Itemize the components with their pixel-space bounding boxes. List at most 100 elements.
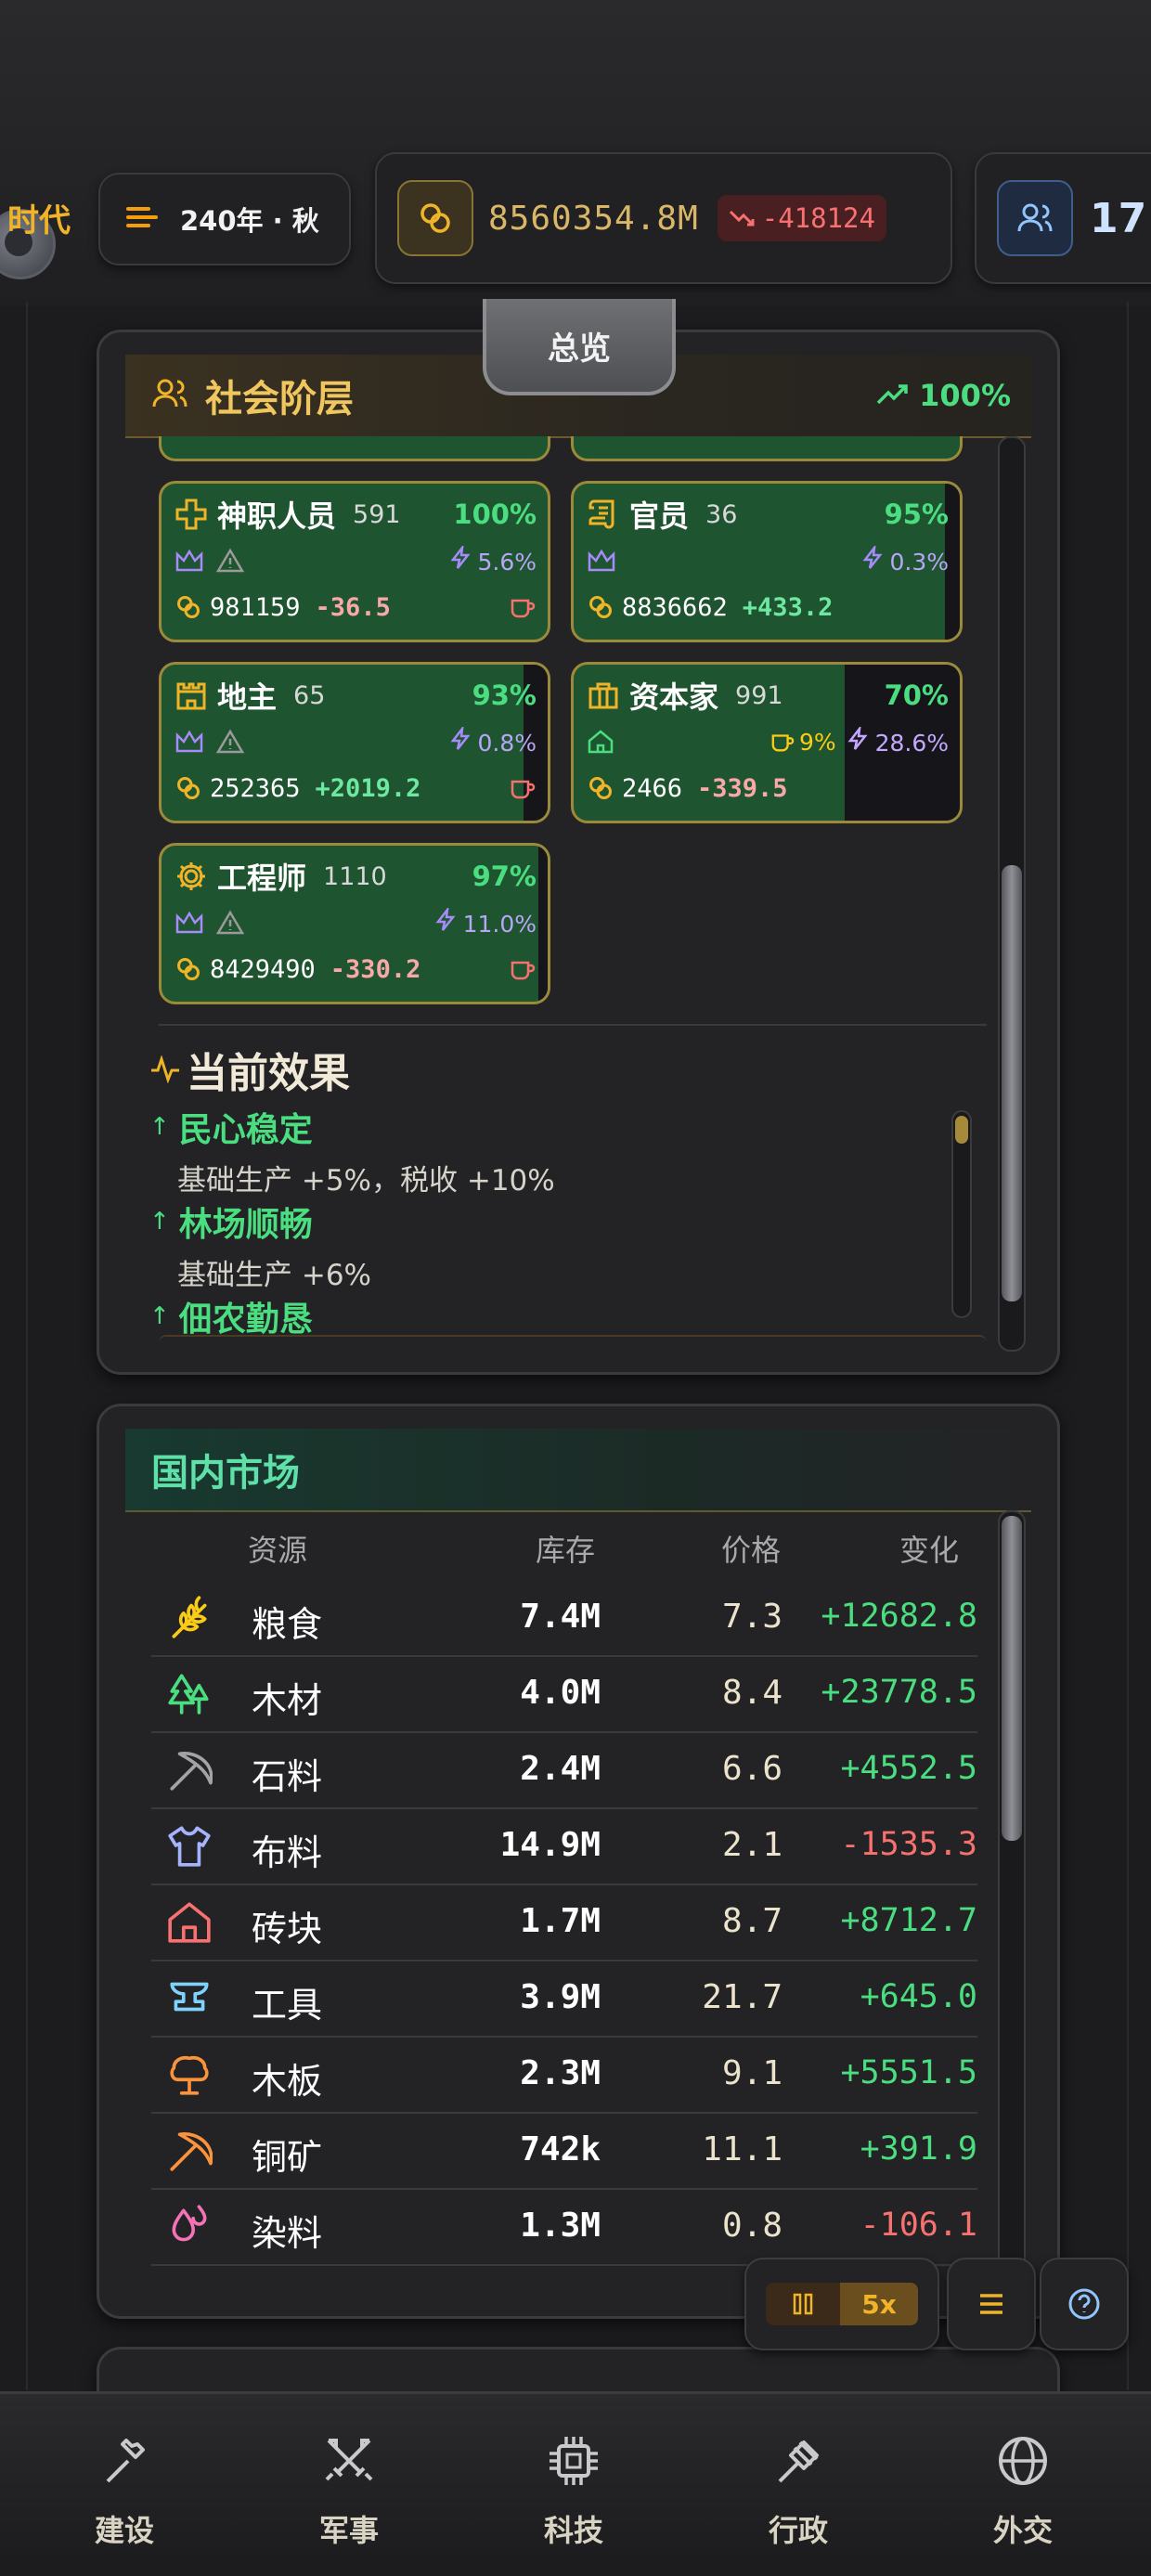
castle-icon xyxy=(176,682,206,710)
class-card-engineers[interactable]: 工程师 1110 97% 11.0% 8429490 -330.2 xyxy=(159,843,550,1004)
class-card-officials[interactable]: 官员 36 95% 0.3% 8836662 +433.2 xyxy=(571,481,963,642)
coins-icon xyxy=(177,958,200,980)
market-row[interactable]: 木材 4.0M 8.4 +23778.5 xyxy=(151,1655,977,1733)
crown-icon xyxy=(175,730,203,753)
market-row[interactable]: 染料 1.3M 0.8 -106.1 xyxy=(151,2188,977,2266)
arrow-up-icon: ↑ xyxy=(149,1208,170,1236)
anvil-icon xyxy=(170,1982,209,2012)
market-row[interactable]: 铜矿 742k 11.1 +391.9 xyxy=(151,2112,977,2190)
market-row[interactable]: 木板 2.3M 9.1 +5551.5 xyxy=(151,2036,977,2114)
market-panel-header: 国内市场 xyxy=(125,1429,1031,1512)
scroll-thumb[interactable] xyxy=(955,1116,968,1144)
class-wealth-change: -36.5 xyxy=(315,592,391,622)
people-icon xyxy=(997,180,1073,256)
hammer-icon xyxy=(106,2439,145,2483)
tab-overview[interactable]: 总览 xyxy=(483,299,676,395)
nav-military[interactable]: 军事 xyxy=(256,2431,442,2550)
market-row[interactable]: 工具 3.9M 21.7 +645.0 xyxy=(151,1960,977,2038)
resource-change: +8712.7 xyxy=(840,1902,977,1939)
stability-value: 100% xyxy=(919,378,1011,413)
resource-change: +391.9 xyxy=(860,2130,977,2168)
scroll-icon xyxy=(588,499,614,529)
date-chip[interactable]: 240年 · 秋 xyxy=(98,173,351,265)
social-scrollbar[interactable] xyxy=(998,436,1026,1352)
gavel-icon xyxy=(778,2440,819,2483)
speed-controls: 5x xyxy=(744,2258,939,2350)
treasury-change-badge: -418124 xyxy=(717,195,886,241)
class-card-partial xyxy=(159,436,550,461)
resource-change: -1535.3 xyxy=(840,1826,977,1863)
resource-price: 8.4 xyxy=(721,1674,782,1712)
class-wealth-change: +2019.2 xyxy=(315,773,421,803)
resource-price: 6.6 xyxy=(721,1750,782,1788)
pulse-icon xyxy=(151,1055,179,1083)
effects-scrollbar[interactable] xyxy=(951,1110,972,1318)
class-name: 神职人员 xyxy=(217,498,337,534)
class-card-clergy[interactable]: 神职人员 591 100% 5.6% 981159 -36.5 xyxy=(159,481,550,642)
market-scrollbar[interactable] xyxy=(998,1510,1026,2316)
market-row[interactable]: 石料 2.4M 6.6 +4552.5 xyxy=(151,1731,977,1809)
pause-button[interactable] xyxy=(766,2283,840,2325)
nav-admin[interactable]: 行政 xyxy=(705,2431,891,2550)
stump-icon xyxy=(170,2056,209,2095)
nav-tech[interactable]: 科技 xyxy=(481,2431,666,2550)
class-influence: 0.3% xyxy=(861,543,949,576)
treasury-chip[interactable]: 8560354.8M -418124 xyxy=(375,152,952,284)
effect-item: ↑ 林场顺畅 基础生产 +6% xyxy=(149,1197,964,1292)
resource-name: 砖块 xyxy=(252,1909,323,1949)
class-approval: 97% xyxy=(472,861,537,892)
cup-icon xyxy=(771,734,795,752)
market-row[interactable]: 粮食 7.4M 7.3 +12682.8 xyxy=(151,1579,977,1657)
resource-name: 木材 xyxy=(252,1680,323,1721)
top-bar: 时代 240年 · 秋 8560354.8M -418124 17 xyxy=(0,0,1151,306)
class-count: 36 xyxy=(705,499,738,529)
divider xyxy=(159,1335,987,1350)
resource-price: 2.1 xyxy=(721,1826,782,1864)
class-name: 资本家 xyxy=(629,680,719,715)
class-wealth: 981159 xyxy=(210,592,301,622)
class-wealth-change: -330.2 xyxy=(330,954,421,984)
class-count: 65 xyxy=(293,680,326,710)
population-chip[interactable]: 17 xyxy=(975,152,1151,284)
resource-stock: 4.0M xyxy=(520,1674,601,1712)
effects-list: ↑ 民心稳定 基础生产 +5%，税收 +10% ↑ 林场顺畅 基础生产 +6% ↑ 佃… xyxy=(149,1103,964,1353)
col-price[interactable]: 价格 xyxy=(721,1527,781,1570)
resource-stock: 742k xyxy=(520,2130,601,2168)
class-card-capitalists[interactable]: 资本家 991 70% 9% 28.6% 2466 -339.5 xyxy=(571,662,963,823)
help-button[interactable] xyxy=(1040,2258,1129,2350)
nav-build[interactable]: 建设 xyxy=(32,2431,217,2550)
market-row[interactable]: 布料 14.9M 2.1 -1535.3 xyxy=(151,1807,977,1885)
coins-icon xyxy=(177,777,200,799)
col-stock[interactable]: 库存 xyxy=(536,1527,595,1570)
class-count: 591 xyxy=(353,499,401,529)
trees-icon xyxy=(168,1674,209,1715)
crown-icon xyxy=(588,549,615,572)
class-card-landlords[interactable]: 地主 65 93% 0.8% 252365 +2019.2 xyxy=(159,662,550,823)
market-row[interactable]: 砖块 1.7M 8.7 +8712.7 xyxy=(151,1883,977,1961)
coins-icon xyxy=(589,596,612,618)
wind-icon xyxy=(126,201,163,237)
gear-icon xyxy=(177,862,205,890)
col-change[interactable]: 变化 xyxy=(899,1527,959,1570)
speed-button[interactable]: 5x xyxy=(840,2283,918,2325)
people-icon xyxy=(151,377,188,414)
crown-icon xyxy=(175,911,203,934)
trend-up-icon xyxy=(876,384,908,405)
scroll-thumb[interactable] xyxy=(1002,865,1022,1301)
col-resource[interactable]: 资源 xyxy=(248,1527,307,1570)
menu-button[interactable] xyxy=(947,2258,1036,2350)
warning-icon xyxy=(215,729,245,754)
pause-icon xyxy=(793,2293,813,2315)
resource-stock: 2.4M xyxy=(520,1750,601,1788)
resource-name: 工具 xyxy=(252,1985,323,2026)
wheat-icon xyxy=(172,1596,207,1638)
market-panel-title: 国内市场 xyxy=(151,1451,300,1495)
resource-stock: 1.7M xyxy=(520,1902,601,1940)
resource-price: 7.3 xyxy=(721,1598,782,1636)
bottom-nav: 建设 军事 科技 行政 外交 xyxy=(0,2391,1151,2576)
scroll-thumb[interactable] xyxy=(1002,1516,1022,1841)
effect-name: 佃农勤恳 xyxy=(178,1301,313,1339)
nav-diplomacy[interactable]: 外交 xyxy=(930,2431,1116,2550)
resource-name: 木板 xyxy=(252,2061,323,2102)
class-wealth: 252365 xyxy=(210,773,301,803)
